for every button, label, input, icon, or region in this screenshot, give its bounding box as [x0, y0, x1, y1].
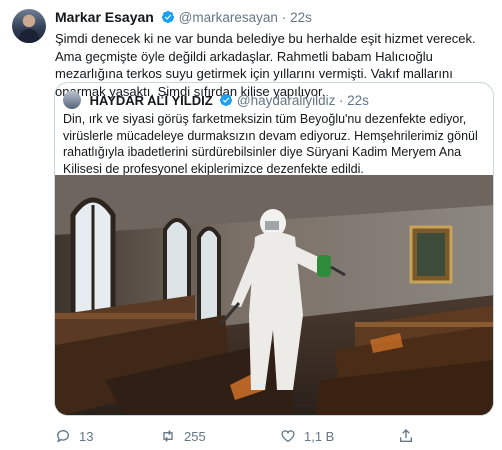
like-button[interactable]: 1,1 B — [280, 428, 334, 444]
verified-badge-icon — [161, 10, 174, 24]
share-icon — [400, 429, 412, 442]
like-icon — [281, 430, 295, 443]
quoted-timestamp: 22s — [347, 93, 369, 108]
church-disinfection-photo — [55, 175, 493, 415]
quoted-author-avatar — [63, 91, 81, 109]
quoted-tweet[interactable]: HAYDAR ALİ YILDIZ @haydaraliyildiz · 22s… — [54, 82, 494, 416]
tweet-actions: 13 255 1,1 B — [55, 428, 475, 448]
quoted-tweet-text: Din, ırk ve siyasi görüş farketmeksizin … — [63, 112, 478, 176]
tweet-timestamp[interactable]: 22s — [290, 10, 312, 25]
quoted-tweet-photo[interactable] — [55, 175, 493, 415]
tweet[interactable]: Markar Esayan @markaresayan · 22s Şimdi … — [0, 0, 502, 450]
retweet-count: 255 — [184, 428, 206, 444]
share-button[interactable] — [398, 428, 422, 444]
retweet-button[interactable]: 255 — [160, 428, 206, 444]
verified-badge-icon — [220, 93, 233, 107]
author-avatar[interactable] — [12, 9, 46, 43]
reply-count: 13 — [79, 428, 94, 444]
tweet-header: Markar Esayan @markaresayan · 22s — [55, 8, 312, 27]
author-name[interactable]: Markar Esayan — [55, 9, 154, 25]
separator-dot: · — [339, 93, 344, 108]
reply-button[interactable]: 13 — [55, 428, 93, 444]
separator-dot: · — [281, 10, 287, 25]
author-handle[interactable]: @markaresayan — [179, 10, 278, 25]
quoted-author-handle: @haydaraliyildiz — [236, 93, 336, 108]
like-count: 1,1 B — [304, 428, 335, 444]
quoted-tweet-header: HAYDAR ALİ YILDIZ @haydaraliyildiz · 22s — [63, 91, 369, 109]
quoted-author-name: HAYDAR ALİ YILDIZ — [89, 93, 213, 108]
reply-icon — [56, 430, 69, 443]
retweet-icon — [163, 430, 173, 442]
